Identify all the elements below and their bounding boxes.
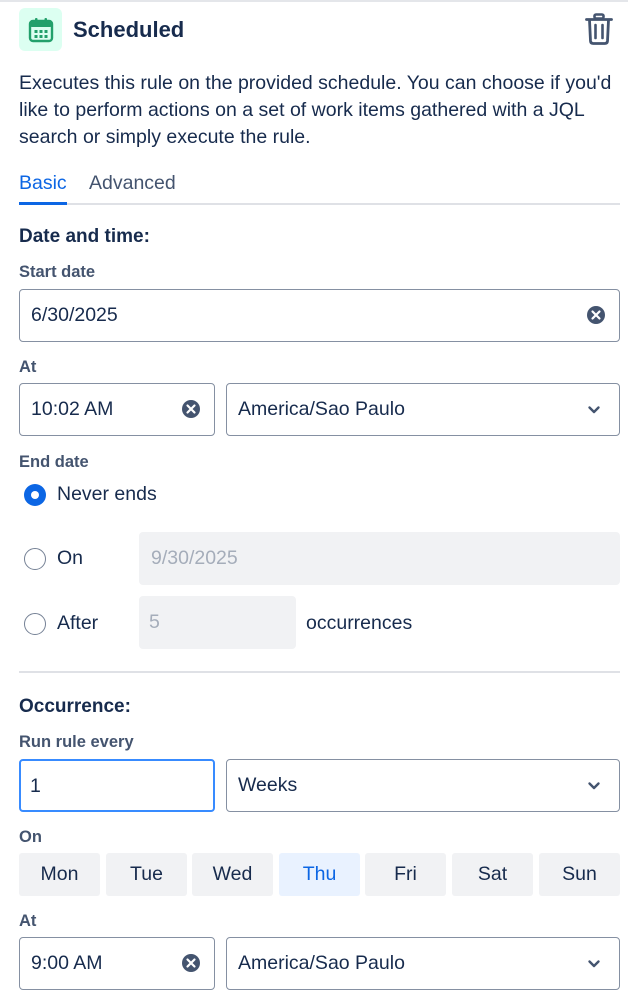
start-time-value: 10:02 AM (31, 398, 114, 420)
tab-basic[interactable]: Basic (19, 172, 67, 195)
radio-end-on[interactable] (24, 548, 46, 570)
run-every-label: Run rule every (19, 733, 134, 751)
day-button-thu[interactable]: Thu (279, 853, 360, 896)
radio-end-after-label: After (57, 612, 99, 634)
delete-button[interactable] (583, 11, 615, 47)
rule-header: Scheduled (19, 8, 619, 52)
start-date-field[interactable]: 6/30/2025 (19, 289, 620, 342)
radio-end-on-label: On (57, 547, 84, 569)
start-time-label: At (19, 358, 37, 376)
day-button-mon[interactable]: Mon (19, 853, 100, 896)
start-date-label: Start date (19, 263, 96, 281)
start-timezone-select[interactable]: America/Sao Paulo (226, 383, 620, 436)
clear-icon[interactable] (181, 953, 201, 973)
end-date-label: End date (19, 453, 89, 471)
trash-icon (585, 13, 613, 45)
chevron-down-icon (588, 782, 600, 790)
day-button-sat[interactable]: Sat (452, 853, 533, 896)
occurrences-suffix: occurrences (306, 612, 413, 634)
end-after-count-field: 5 (139, 596, 296, 649)
rule-description: Executes this rule on the provided sched… (19, 72, 612, 148)
end-after-count-value: 5 (149, 611, 160, 633)
start-date-value: 6/30/2025 (31, 304, 118, 326)
chevron-down-icon (588, 406, 600, 414)
interval-unit-select[interactable]: Weeks (226, 759, 620, 812)
tab-advanced[interactable]: Advanced (89, 172, 176, 195)
occurrence-timezone-select[interactable]: America/Sao Paulo (226, 937, 620, 990)
date-time-heading: Date and time: (19, 226, 150, 247)
interval-value: 1 (30, 775, 41, 797)
tab-bar: Basic Advanced (19, 168, 620, 205)
chevron-down-icon (588, 960, 600, 968)
day-button-wed[interactable]: Wed (192, 853, 273, 896)
day-button-sun[interactable]: Sun (539, 853, 620, 896)
section-divider (19, 671, 620, 673)
days-on-label: On (19, 828, 42, 846)
end-on-date-field: 9/30/2025 (139, 532, 620, 585)
occurrence-heading: Occurrence: (19, 696, 131, 717)
radio-never-ends-label: Never ends (57, 483, 157, 505)
interval-input[interactable]: 1 (19, 759, 215, 812)
day-button-fri[interactable]: Fri (365, 853, 446, 896)
tab-basic-label: Basic (19, 172, 67, 194)
start-timezone-value: America/Sao Paulo (238, 398, 405, 420)
day-button-tue[interactable]: Tue (106, 853, 187, 896)
radio-end-after[interactable] (24, 613, 46, 635)
occurrence-time-label: At (19, 912, 37, 930)
rule-title: Scheduled (73, 17, 185, 42)
occurrence-time-value: 9:00 AM (31, 952, 103, 974)
clear-icon[interactable] (181, 399, 201, 419)
radio-never-ends[interactable] (24, 484, 46, 506)
end-on-date-value: 9/30/2025 (151, 547, 238, 569)
tab-advanced-label: Advanced (89, 172, 176, 194)
top-border (0, 0, 628, 2)
clear-icon[interactable] (586, 305, 606, 325)
calendar-icon (19, 8, 62, 51)
occurrence-timezone-value: America/Sao Paulo (238, 952, 405, 974)
tab-selected-indicator (19, 202, 67, 205)
interval-unit-value: Weeks (238, 774, 298, 796)
start-time-field[interactable]: 10:02 AM (19, 383, 215, 436)
occurrence-time-field[interactable]: 9:00 AM (19, 937, 215, 990)
